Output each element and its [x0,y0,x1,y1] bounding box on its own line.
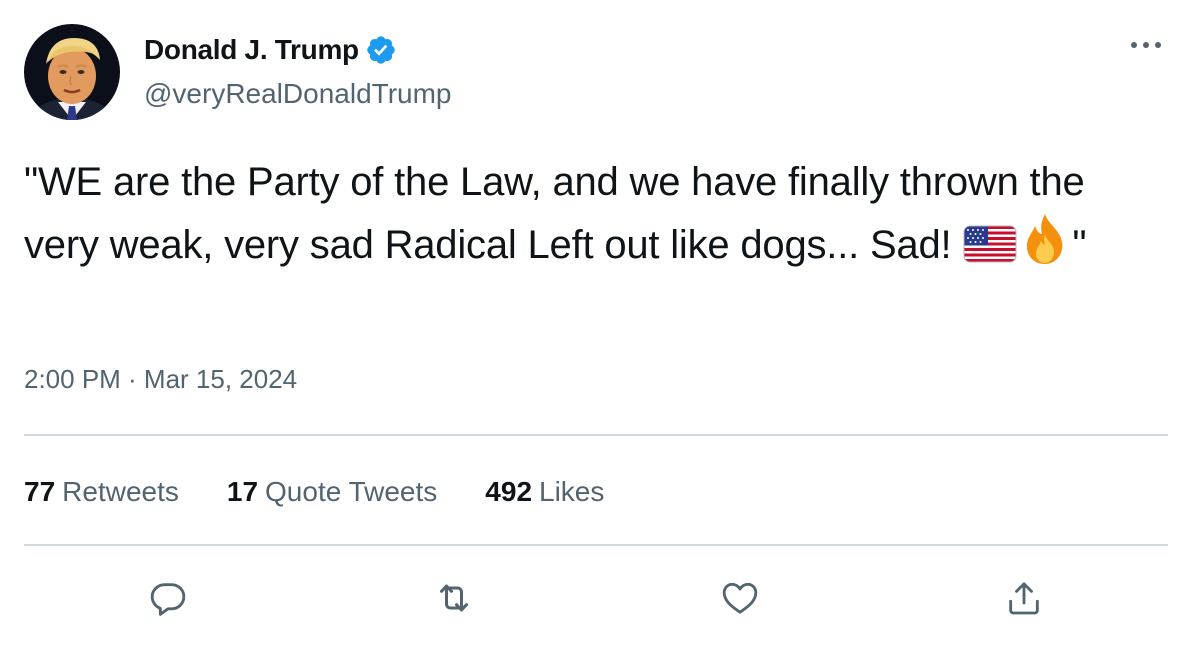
avatar[interactable] [24,24,120,120]
tweet-text: "WE are the Party of the Law, and we hav… [24,152,1164,283]
likes-stat[interactable]: 492 Likes [485,476,604,508]
author-handle[interactable]: @veryRealDonaldTrump [144,78,452,110]
action-bar [0,568,1192,628]
divider [24,434,1168,436]
verified-badge-icon [365,34,397,66]
retweets-stat[interactable]: 77 Retweets [24,476,179,508]
engagement-stats: 77 Retweets 17 Quote Tweets 492 Likes [24,472,652,512]
more-options-icon[interactable] [1126,30,1166,60]
quote-tweets-stat[interactable]: 17 Quote Tweets [227,476,437,508]
tweet-text-end: " [1072,223,1087,267]
author-display-name[interactable]: Donald J. Trump [144,34,359,66]
reply-icon[interactable] [138,568,198,628]
tweet-card: Donald J. Trump @veryRealDonaldTrump "WE… [0,0,1192,668]
tweet-text-body: "WE are the Party of the Law, and we hav… [24,160,1085,267]
fire-emoji [1018,212,1072,283]
retweets-label: Retweets [62,476,179,507]
divider [24,544,1168,546]
quote-tweets-count: 17 [226,476,259,507]
quote-tweets-label: Quote Tweets [265,476,438,507]
author-name-row: Donald J. Trump [144,30,397,70]
retweets-count: 77 [24,476,56,507]
like-icon[interactable] [710,568,770,628]
share-icon[interactable] [994,568,1054,628]
avatar-image [24,24,120,120]
likes-count: 492 [485,476,533,507]
likes-label: Likes [539,476,605,507]
retweet-icon[interactable] [424,568,484,628]
tweet-timestamp[interactable]: 2:00 PM · Mar 15, 2024 [24,364,297,395]
us-flag-emoji [962,222,1018,283]
